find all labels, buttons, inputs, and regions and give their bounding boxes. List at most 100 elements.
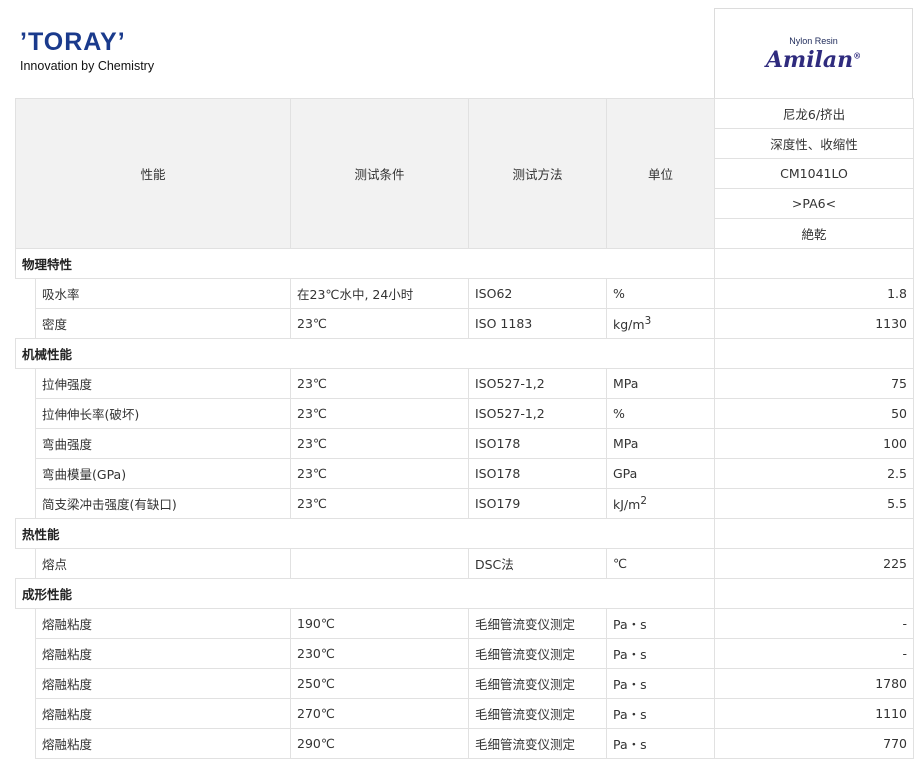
unit: kg/m3 [606,308,715,339]
property-name: 弯曲强度 [35,428,291,459]
unit: Pa・s [606,668,715,699]
table-row: 熔融粘度 190℃ 毛细管流变仪测定 Pa・s - [15,608,914,639]
unit-text: MPa [613,436,639,451]
test-method: 毛细管流变仪测定 [468,728,607,759]
property-value: 100 [714,428,914,459]
unit-text: Pa・s [613,737,647,752]
test-method: ISO178 [468,458,607,489]
section-value-blank [714,338,914,369]
unit-text: GPa [613,466,638,481]
property-value: 1780 [714,668,914,699]
section-row: 成形性能 [15,578,914,609]
toray-logo: ’TORAY’ Innovation by Chemistry [20,28,154,74]
unit-text: % [613,286,625,301]
unit-text: kJ/m [613,497,641,513]
unit: Pa・s [606,698,715,729]
unit: % [606,398,715,429]
test-method: DSC法 [468,548,607,579]
property-name: 熔点 [35,548,291,579]
unit: % [606,278,715,309]
unit: MPa [606,428,715,459]
test-condition: 250℃ [290,668,469,699]
test-condition: 23℃ [290,488,469,519]
header-property: 性能 [15,98,291,249]
test-method: ISO 1183 [468,308,607,339]
table-row: 简支梁冲击强度(有缺口) 23℃ ISO179 kJ/m2 5.5 [15,488,914,519]
table-row: 熔融粘度 230℃ 毛细管流变仪测定 Pa・s - [15,638,914,669]
section-row: 机械性能 [15,338,914,369]
unit-superscript: 3 [644,314,652,327]
header-unit: 单位 [606,98,715,249]
section-title: 物理特性 [15,248,715,279]
header-method: 测试方法 [468,98,607,249]
section-title: 热性能 [15,518,715,549]
header-row: 性能 测试条件 测试方法 单位 尼龙6/挤出 [15,98,914,249]
property-value: 1110 [714,698,914,729]
property-value: 770 [714,728,914,759]
section-row: 热性能 [15,518,914,549]
property-value: - [714,608,914,639]
unit-text: Pa・s [613,707,647,722]
test-method: ISO178 [468,428,607,459]
product-grade-type: 尼龙6/挤出 [714,98,914,129]
table-row: 密度 23℃ ISO 1183 kg/m3 1130 [15,308,914,339]
test-method: ISO527-1,2 [468,398,607,429]
unit-text: Pa・s [613,677,647,692]
unit: ℃ [606,548,715,579]
row-indent [15,728,36,759]
test-condition: 190℃ [290,608,469,639]
property-name: 熔融粘度 [35,698,291,729]
test-condition [290,548,469,579]
row-indent [15,308,36,339]
brand-name: ’TORAY’ [20,28,126,56]
row-indent [15,368,36,399]
unit: Pa・s [606,608,715,639]
test-method: ISO62 [468,278,607,309]
test-condition: 23℃ [290,398,469,429]
section-title: 成形性能 [15,578,715,609]
unit: Pa・s [606,728,715,759]
table-row: 弯曲模量(GPa) 23℃ ISO178 GPa 2.5 [15,458,914,489]
row-indent [15,398,36,429]
table-row: 熔点 DSC法 ℃ 225 [15,548,914,579]
test-condition: 23℃ [290,308,469,339]
row-indent [15,428,36,459]
table-row: 拉伸伸长率(破坏) 23℃ ISO527-1,2% 50 [15,398,914,429]
amilan-name-text: Amilan [765,47,854,73]
test-method: 毛细管流变仪测定 [468,608,607,639]
test-condition: 270℃ [290,698,469,729]
unit-text: Pa・s [613,617,647,632]
property-value: 1.8 [714,278,914,309]
unit: GPa [606,458,715,489]
registered-mark: ® [853,50,862,61]
amilan-logo: Nylon Resin Amilan® [714,8,913,98]
section-row: 物理特性 [15,248,914,279]
property-name: 拉伸伸长率(破坏) [35,398,291,429]
test-condition: 在23℃水中, 24小时 [290,278,469,309]
test-condition: 23℃ [290,458,469,489]
row-indent [15,608,36,639]
unit: kJ/m2 [606,488,715,519]
property-value: 50 [714,398,914,429]
row-indent [15,458,36,489]
property-value: 1130 [714,308,914,339]
properties-table: 性能 测试条件 测试方法 单位 尼龙6/挤出 深度性、收缩性 CM1041LO … [15,98,914,759]
test-condition: 23℃ [290,428,469,459]
table-row: 熔融粘度 290℃ 毛细管流变仪测定 Pa・s 770 [15,728,914,759]
table-row: 吸水率 在23℃水中, 24小时 ISO62% 1.8 [15,278,914,309]
product-feature: 深度性、收缩性 [714,128,914,159]
amilan-name: Amilan® [715,47,912,73]
property-value: 5.5 [714,488,914,519]
property-name: 熔融粘度 [35,728,291,759]
header-condition: 测试条件 [290,98,469,249]
product-material: >PA6< [714,188,914,219]
property-name: 简支梁冲击强度(有缺口) [35,488,291,519]
row-indent [15,638,36,669]
test-method: ISO179 [468,488,607,519]
table-row: 熔融粘度 270℃ 毛细管流变仪测定 Pa・s 1110 [15,698,914,729]
section-value-blank [714,518,914,549]
row-indent [15,548,36,579]
section-title: 机械性能 [15,338,715,369]
row-indent [15,278,36,309]
table-row: 拉伸强度 23℃ ISO527-1,2 MPa 75 [15,368,914,399]
